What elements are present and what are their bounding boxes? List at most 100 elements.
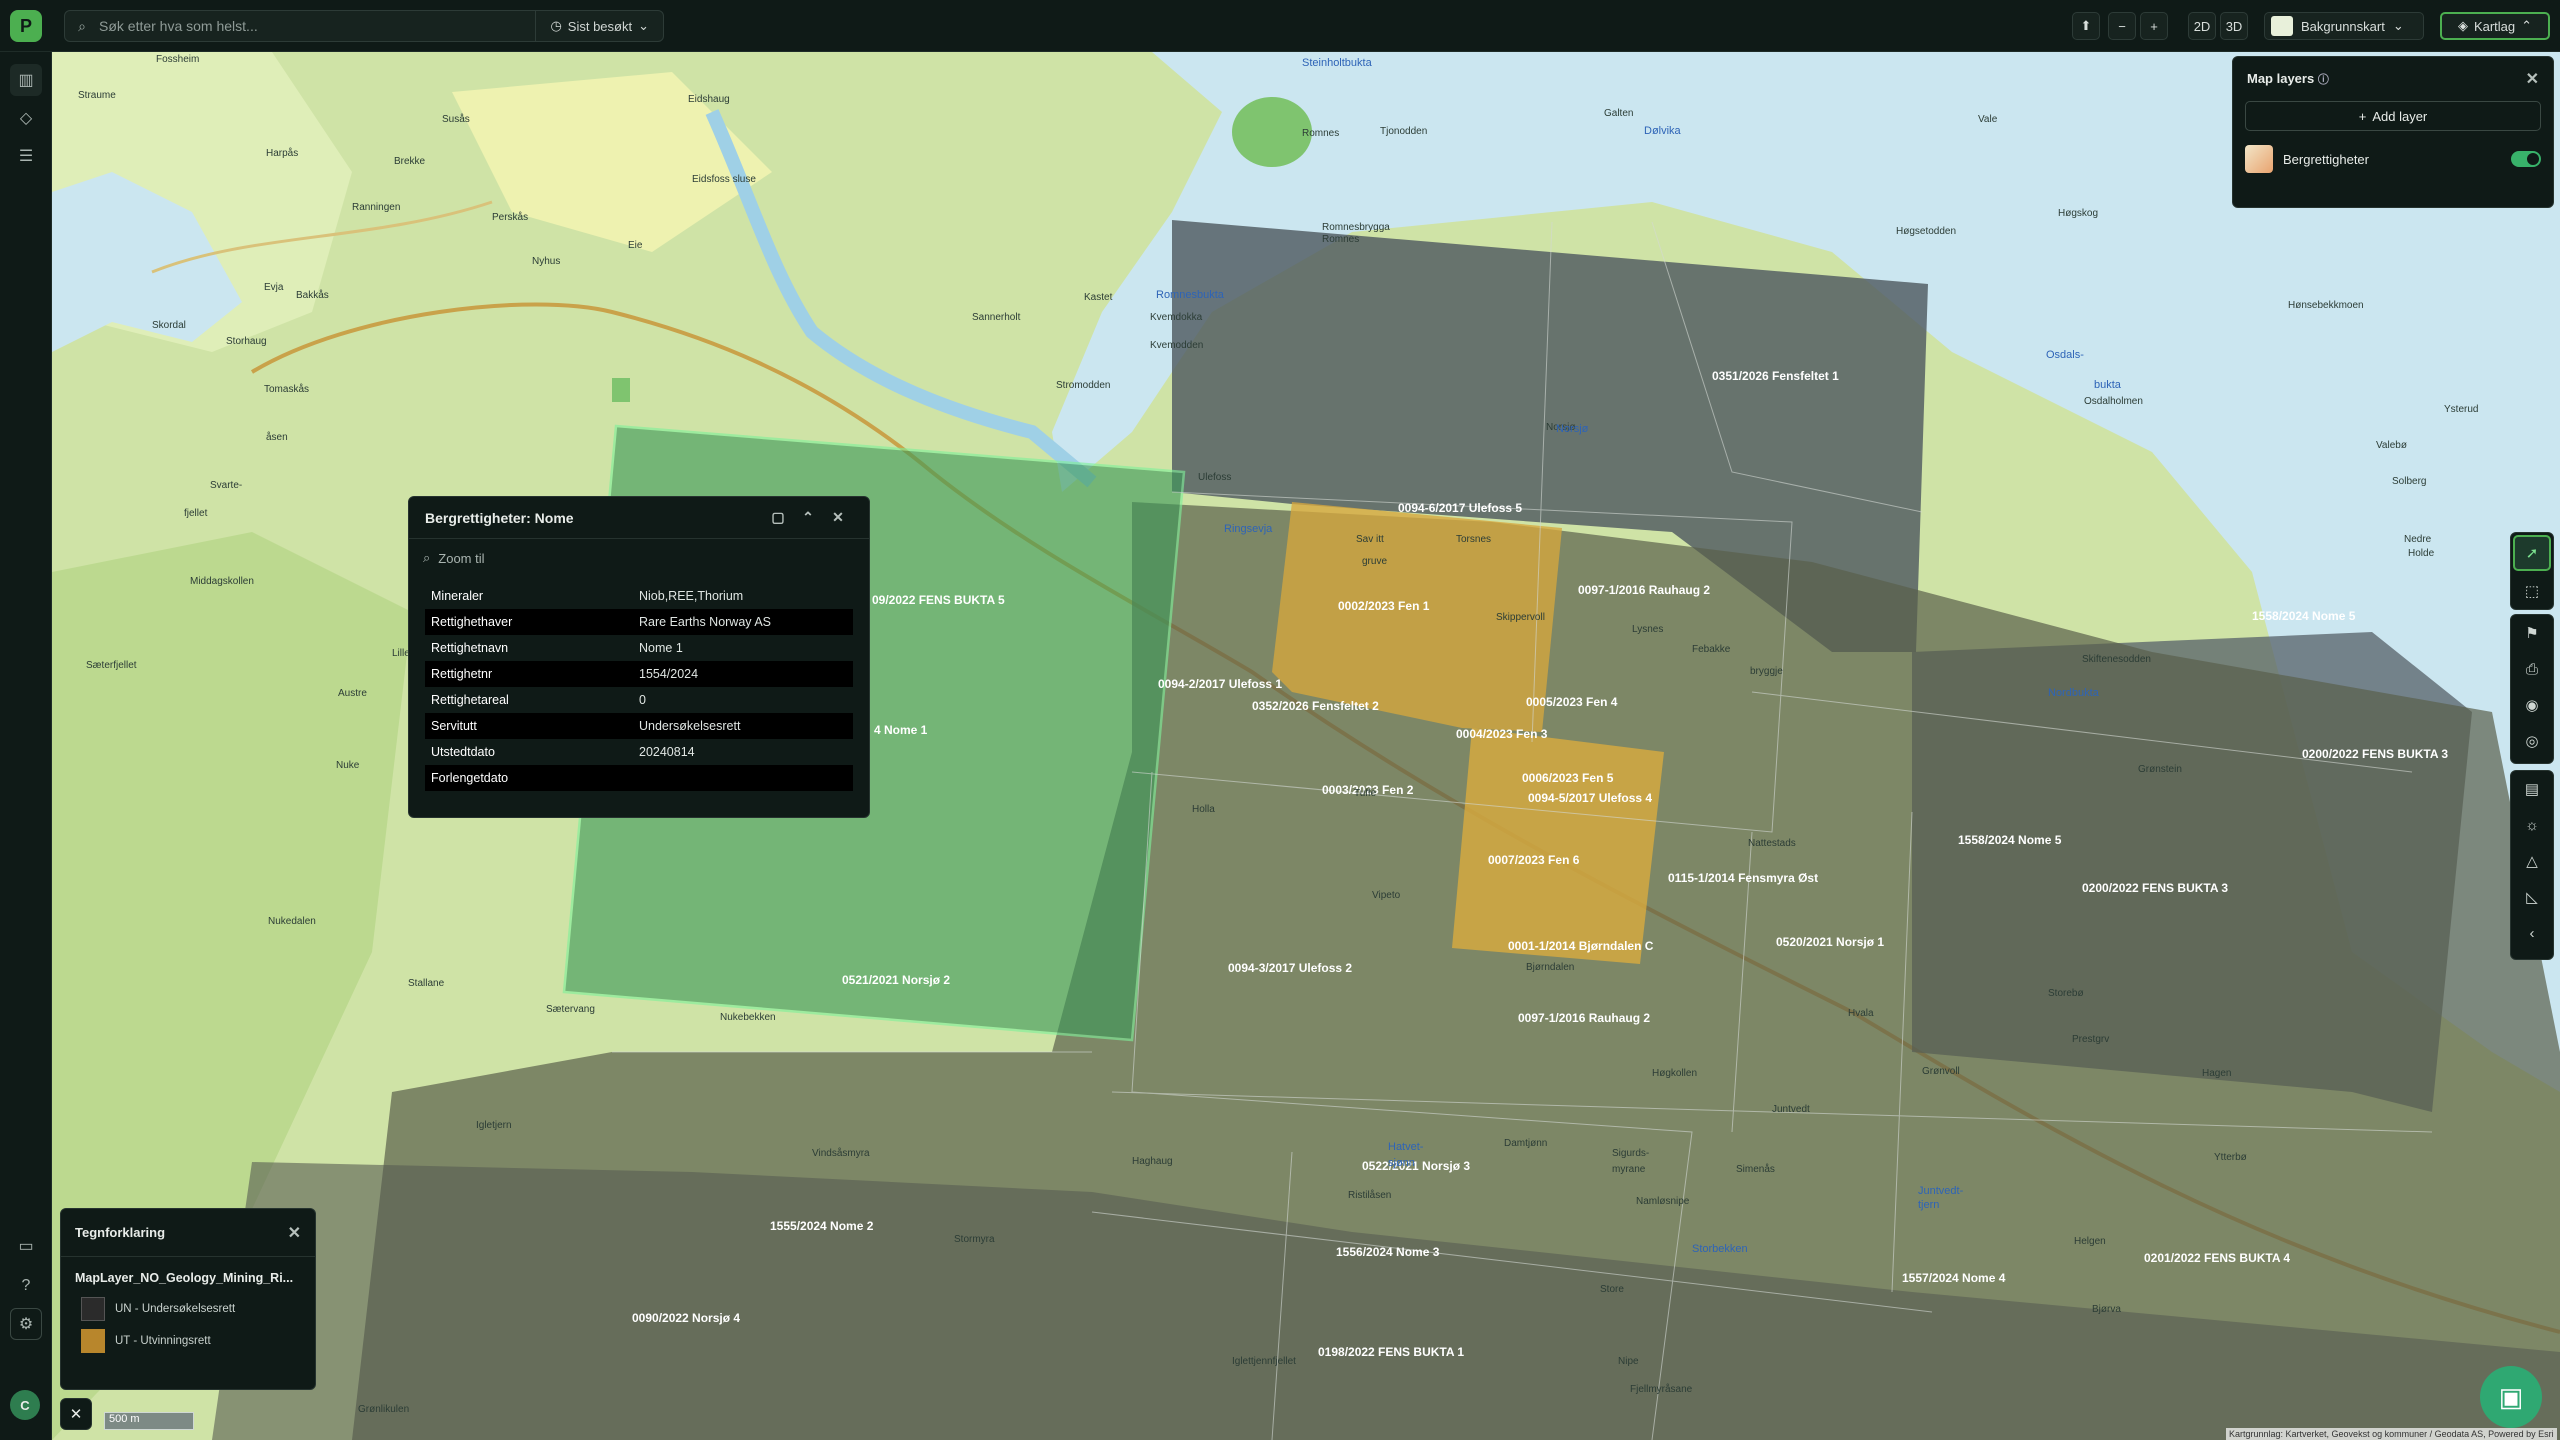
svg-text:Kastet: Kastet	[1084, 292, 1113, 303]
layer-visibility-toggle[interactable]	[2511, 151, 2541, 167]
close-icon[interactable]: ✕	[288, 1223, 301, 1243]
tag-icon[interactable]: ◇	[10, 102, 42, 134]
basemap-dropdown[interactable]: Bakgrunnskart ⌄	[2264, 12, 2424, 40]
attribute-row: Servitutt Undersøkelsesrett	[425, 713, 853, 739]
attribute-value: 1554/2024	[639, 667, 699, 681]
svg-text:Ysterud: Ysterud	[2444, 404, 2478, 415]
chat-icon[interactable]: ▭	[10, 1230, 42, 1262]
svg-text:Storhaug: Storhaug	[226, 336, 267, 347]
top-bar: P ⌕ Søk etter hva som helst... ◷ Sist be…	[0, 0, 2560, 52]
svg-text:Stromodden: Stromodden	[1056, 380, 1110, 391]
attribute-key: Rettighetnavn	[431, 641, 509, 655]
attribute-key: Utstedtdato	[431, 745, 495, 759]
close-button[interactable]: ✕	[60, 1398, 92, 1430]
zoom-to-button[interactable]: ⌕ Zoom til	[409, 539, 869, 577]
camera-icon[interactable]: ◉	[2511, 687, 2553, 723]
svg-text:bukta: bukta	[2094, 379, 2122, 391]
svg-text:Skippervoll: Skippervoll	[1496, 612, 1545, 623]
svg-text:1558/2024 Nome 5: 1558/2024 Nome 5	[2252, 609, 2356, 623]
mode-3d-button[interactable]: 3D	[2220, 12, 2248, 40]
app-logo[interactable]: P	[10, 10, 42, 42]
chevron-left-icon[interactable]: ‹	[2511, 915, 2553, 951]
dock-icon[interactable]: ▢	[763, 509, 793, 526]
svg-text:Vindsåsmyra: Vindsåsmyra	[812, 1147, 870, 1159]
help-icon[interactable]: ?	[10, 1270, 42, 1302]
svg-text:Simenås: Simenås	[1736, 1163, 1775, 1175]
svg-text:Stormyra: Stormyra	[954, 1234, 995, 1245]
layer-item[interactable]: Bergrettigheter	[2245, 143, 2541, 175]
svg-text:Valebø: Valebø	[2376, 440, 2407, 451]
svg-text:Middagskollen: Middagskollen	[190, 576, 254, 587]
elevation-icon[interactable]: ◺	[2511, 879, 2553, 915]
svg-text:Kvemodden: Kvemodden	[1150, 340, 1203, 351]
svg-text:0007/2023 Fen 6: 0007/2023 Fen 6	[1488, 853, 1580, 867]
chat-bubble-icon: ▣	[2498, 1381, 2524, 1412]
add-layer-button[interactable]: + Add layer	[2245, 101, 2541, 131]
zoom-out-button[interactable]: −	[2108, 12, 2136, 40]
zoom-in-button[interactable]: +	[2140, 12, 2168, 40]
print-icon[interactable]: ⎙	[2511, 651, 2553, 687]
svg-text:0520/2021 Norsjø 1: 0520/2021 Norsjø 1	[1776, 935, 1884, 949]
pointer-select-icon[interactable]: ➚	[2513, 535, 2551, 571]
svg-text:Iglettjennfjellet: Iglettjennfjellet	[1232, 1356, 1296, 1367]
measure-icon[interactable]: △	[2511, 843, 2553, 879]
attribute-row: Mineraler Niob,REE,Thorium	[425, 583, 853, 609]
bookmark-icon[interactable]: ⚑	[2511, 615, 2553, 651]
sun-icon[interactable]: ☼	[2511, 807, 2553, 843]
mode-2d-button[interactable]: 2D	[2188, 12, 2216, 40]
svg-text:åsen: åsen	[266, 431, 288, 443]
map-attribution: Kartgrunnlag: Kartverket, Geovekst og ko…	[2226, 1428, 2557, 1440]
svg-text:Bakkås: Bakkås	[296, 289, 329, 301]
svg-text:Helgen: Helgen	[2074, 1236, 2106, 1247]
svg-text:Bjørndalen: Bjørndalen	[1526, 962, 1574, 973]
svg-text:0006/2023 Fen 5: 0006/2023 Fen 5	[1522, 771, 1614, 785]
avatar[interactable]: C	[10, 1390, 40, 1420]
layers-title: Map layers ⓘ	[2247, 71, 2329, 86]
svg-text:Sigurds-: Sigurds-	[1612, 1148, 1649, 1159]
svg-text:Fossheim: Fossheim	[156, 54, 199, 65]
box-select-icon[interactable]: ⬚	[2511, 573, 2553, 609]
svg-text:0097-1/2016 Rauhaug 2: 0097-1/2016 Rauhaug 2	[1518, 1011, 1650, 1025]
svg-text:tjern: tjern	[1918, 1199, 1939, 1211]
search-bar[interactable]: ⌕ Søk etter hva som helst... ◷ Sist besø…	[64, 10, 664, 42]
locate-icon[interactable]: ◎	[2511, 723, 2553, 759]
layers-dropdown[interactable]: ◈ Kartlag ⌃	[2440, 12, 2550, 40]
svg-text:Eie: Eie	[628, 240, 643, 251]
svg-text:Solberg: Solberg	[2392, 476, 2426, 487]
chat-button[interactable]: ▣	[2480, 1366, 2542, 1428]
close-icon: ✕	[69, 1406, 83, 1423]
svg-text:Store: Store	[1600, 1284, 1624, 1295]
svg-text:0094-6/2017 Ulefoss 5: 0094-6/2017 Ulefoss 5	[1398, 501, 1522, 515]
compass-button[interactable]: ⬆	[2072, 12, 2100, 40]
svg-text:0352/2026 Fensfeltet 2: 0352/2026 Fensfeltet 2	[1252, 699, 1379, 713]
popup-header: Bergrettigheter: Nome ▢ ⌃ ✕	[409, 497, 869, 539]
svg-text:Nukebekken: Nukebekken	[720, 1012, 776, 1023]
svg-text:0200/2022 FENS BUKTA 3: 0200/2022 FENS BUKTA 3	[2302, 747, 2448, 761]
svg-text:Ristilåsen: Ristilåsen	[1348, 1189, 1391, 1201]
svg-text:Austre: Austre	[338, 688, 367, 699]
svg-text:Holla: Holla	[1192, 804, 1215, 815]
svg-text:0115-1/2014 Fensmyra Øst: 0115-1/2014 Fensmyra Øst	[1668, 871, 1818, 885]
legend-swatch	[81, 1329, 105, 1353]
attribute-row: Rettighetnavn Nome 1	[425, 635, 853, 661]
recent-label: Sist besøkt	[567, 18, 633, 34]
list-icon[interactable]: ☰	[10, 140, 42, 172]
svg-text:0522/2021 Norsjø 3: 0522/2021 Norsjø 3	[1362, 1159, 1470, 1173]
svg-text:Romnes: Romnes	[1322, 234, 1359, 245]
svg-text:Sætervang: Sætervang	[546, 1004, 595, 1015]
collapse-icon[interactable]: ⌃	[793, 509, 823, 526]
map-view-icon[interactable]: ▥	[10, 64, 42, 96]
info-icon[interactable]: ⓘ	[2318, 74, 2329, 86]
attribute-key: Rettighethaver	[431, 615, 513, 629]
svg-text:Ytterbø: Ytterbø	[2214, 1152, 2247, 1163]
close-icon[interactable]: ✕	[2526, 69, 2539, 89]
attribute-value: 20240814	[639, 745, 695, 759]
svg-text:Torsnes: Torsnes	[1456, 534, 1491, 545]
settings-icon[interactable]: ⚙	[10, 1308, 42, 1340]
search-input[interactable]: Søk etter hva som helst...	[99, 18, 535, 34]
basemap-tool-icon[interactable]: ▤	[2511, 771, 2553, 807]
recent-dropdown[interactable]: ◷ Sist besøkt ⌄	[535, 11, 663, 41]
legend-panel: Tegnforklaring ✕ MapLayer_NO_Geology_Min…	[60, 1208, 316, 1390]
close-icon[interactable]: ✕	[823, 509, 853, 526]
svg-text:Ranningen: Ranningen	[352, 202, 400, 213]
